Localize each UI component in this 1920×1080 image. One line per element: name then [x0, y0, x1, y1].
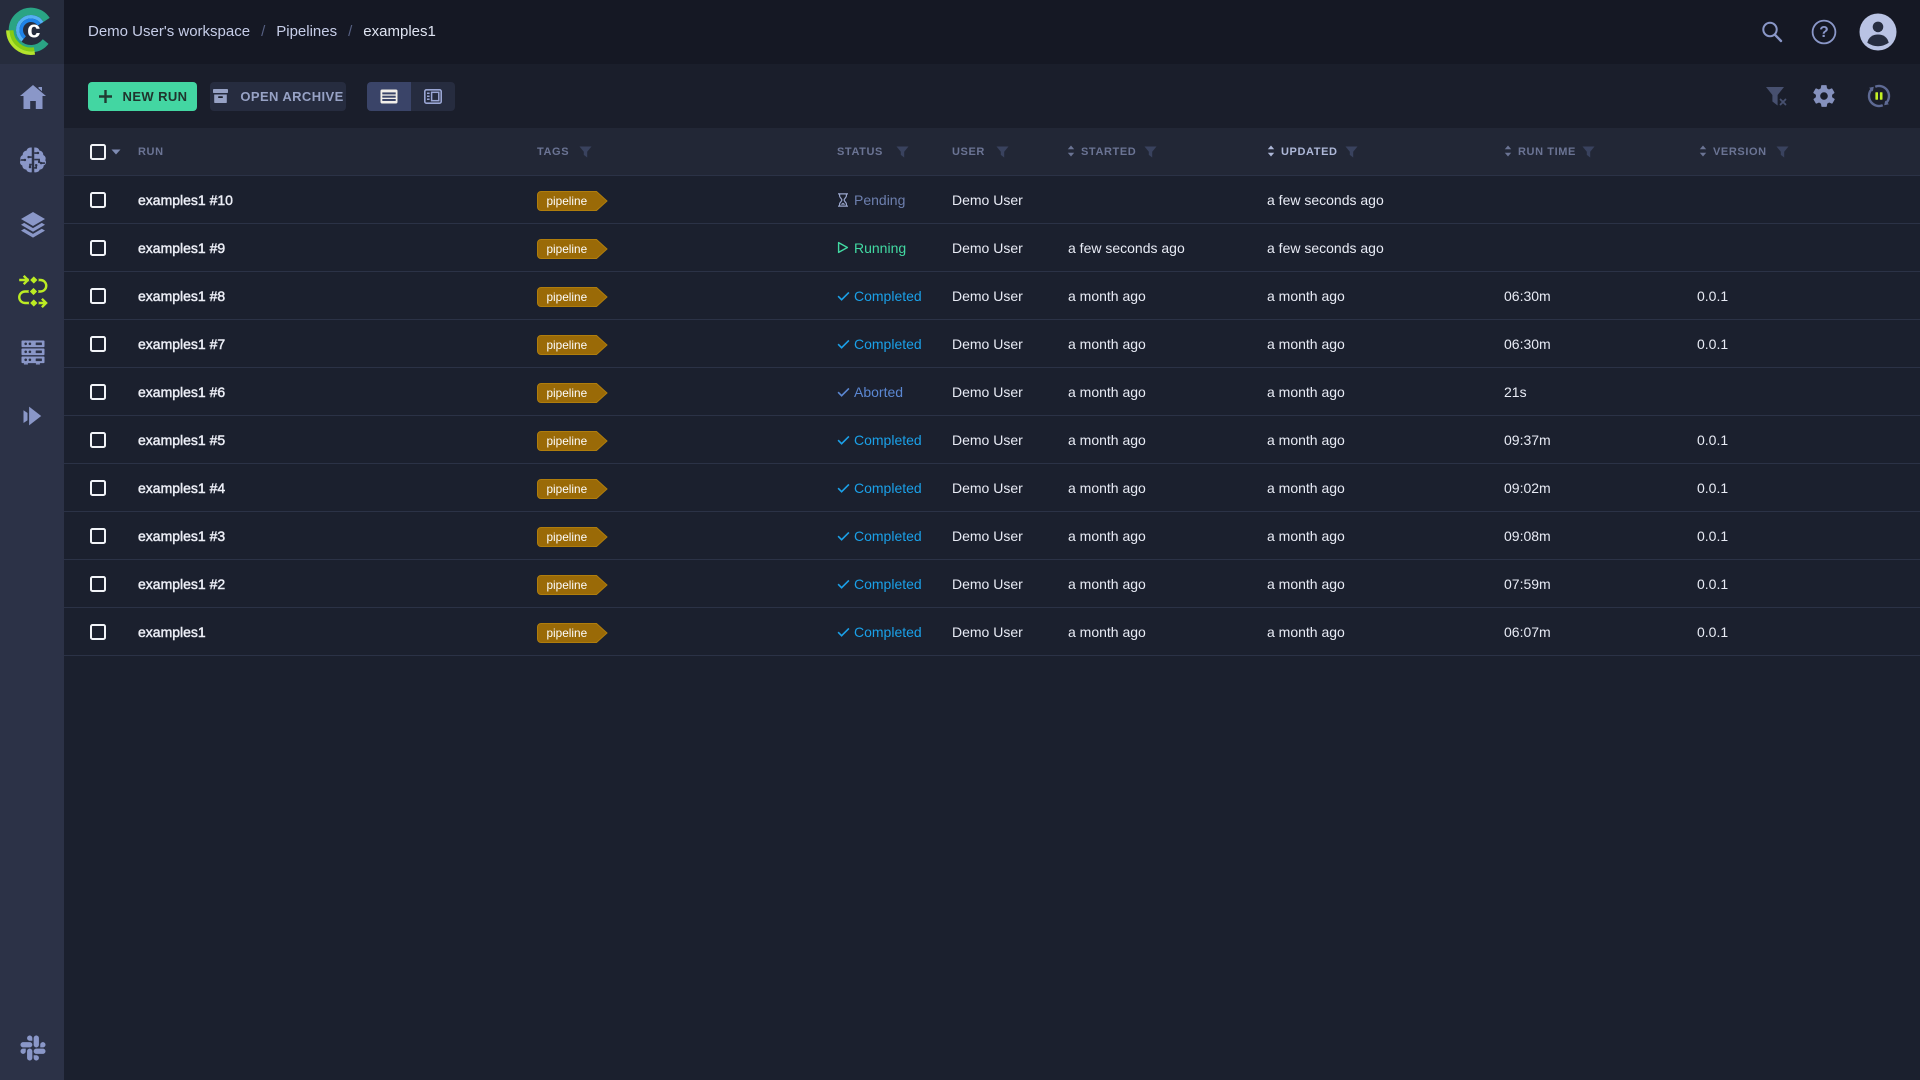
svg-text:pipeline: pipeline: [547, 290, 588, 304]
svg-text:pipeline: pipeline: [547, 434, 588, 448]
svg-text:pipeline: pipeline: [547, 386, 588, 400]
svg-text:c: c: [27, 17, 40, 44]
svg-text:?: ?: [1819, 24, 1828, 41]
svg-text:pipeline: pipeline: [547, 530, 588, 544]
svg-text:pipeline: pipeline: [547, 242, 588, 256]
svg-text:pipeline: pipeline: [547, 482, 588, 496]
svg-text:pipeline: pipeline: [547, 194, 588, 208]
svg-text:pipeline: pipeline: [547, 338, 588, 352]
svg-text:pipeline: pipeline: [547, 626, 588, 640]
svg-text:pipeline: pipeline: [547, 578, 588, 592]
